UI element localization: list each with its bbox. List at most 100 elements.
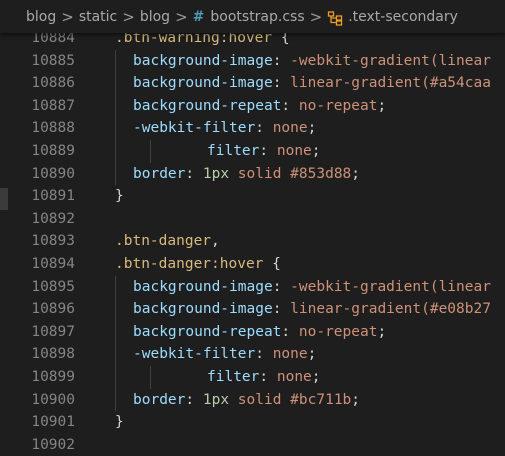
breadcrumb: blog > static > blog > # bootstrap.css >… xyxy=(0,0,505,33)
code-token: (linear xyxy=(429,52,491,69)
code-content: background-image: -webkit-gradient(linea… xyxy=(133,50,491,73)
indent-guide xyxy=(115,117,116,140)
code-token: : xyxy=(281,97,299,114)
code-token: } xyxy=(115,188,124,205)
indent-guide xyxy=(115,140,116,163)
code-line[interactable]: 10887 background-repeat: no-repeat; xyxy=(0,94,505,118)
line-number: 10892 xyxy=(31,210,75,227)
code-content: -webkit-filter: none; xyxy=(133,343,316,366)
indent-guide xyxy=(115,72,116,95)
code-line[interactable]: 10889 filter: none; xyxy=(0,140,505,163)
code-line[interactable]: 10894 .btn-danger:hover { xyxy=(0,253,505,276)
gutter-marker xyxy=(0,188,8,210)
code-token: ; xyxy=(307,120,317,137)
indent-guide xyxy=(115,162,116,186)
code-token: : xyxy=(185,391,203,408)
code-line[interactable]: 10902 xyxy=(0,434,505,456)
code-token: (#e08b27 xyxy=(421,301,491,318)
code-token: solid #853d88 xyxy=(229,165,352,182)
line-number: 10885 xyxy=(31,52,75,69)
line-number: 10893 xyxy=(31,233,75,250)
breadcrumb-item-file[interactable]: bootstrap.css xyxy=(210,9,304,25)
code-token: : xyxy=(255,346,273,363)
code-line[interactable]: 10892 xyxy=(0,208,505,231)
code-token: : xyxy=(259,143,277,159)
code-line[interactable]: 10888 -webkit-filter: none; xyxy=(0,117,505,140)
code-token: (#a54caa xyxy=(421,75,491,92)
indent-guide xyxy=(150,366,151,389)
code-token: } xyxy=(115,414,124,431)
indent-guide xyxy=(115,320,116,344)
code-line[interactable]: 10899 filter: none; xyxy=(0,366,505,389)
code-content: .btn-danger, xyxy=(115,230,220,253)
line-number: 10895 xyxy=(31,278,75,295)
indent-guide xyxy=(115,343,116,366)
code-content: background-repeat: no-repeat; xyxy=(133,321,386,344)
code-token: 1px xyxy=(202,391,230,408)
code-token: .btn-danger xyxy=(115,233,212,250)
code-line[interactable]: 10890 border: 1px solid #853d88; xyxy=(0,162,505,186)
line-number: 10900 xyxy=(31,391,75,408)
line-number: 10898 xyxy=(31,346,75,363)
code-line[interactable]: 10885 background-image: -webkit-gradient(… xyxy=(0,49,505,73)
code-content: border: 1px solid #853d88; xyxy=(133,163,360,186)
code-token: none xyxy=(276,369,312,385)
line-number: 10896 xyxy=(31,301,75,318)
code-token: , xyxy=(211,233,220,250)
code-token: ; xyxy=(311,369,321,385)
code-content: filter: none; xyxy=(207,366,321,389)
code-line[interactable]: 10897 background-repeat: no-repeat; xyxy=(0,320,505,344)
line-number: 10890 xyxy=(31,165,75,182)
code-line[interactable]: 10898 -webkit-filter: none; xyxy=(0,343,505,366)
breadcrumb-item-symbol[interactable]: .text-secondary xyxy=(348,9,458,25)
code-content: border: 1px solid #bc711b; xyxy=(133,389,360,412)
line-number: 10902 xyxy=(31,436,75,453)
code-line[interactable]: 10895 background-image: -webkit-gradient(… xyxy=(0,275,505,299)
indent-guide xyxy=(115,275,116,299)
code-content: -webkit-filter: none; xyxy=(133,117,316,140)
indent-guide xyxy=(115,94,116,118)
code-token: : xyxy=(272,52,291,69)
line-number: 10901 xyxy=(31,414,75,431)
indent-guide xyxy=(115,49,116,73)
code-token: linear-gradient xyxy=(290,301,422,318)
code-content: .btn-danger:hover { xyxy=(115,253,281,276)
indent-guide xyxy=(115,366,116,389)
code-token: background-image xyxy=(133,52,273,69)
code-token: : xyxy=(272,75,291,92)
breadcrumb-item-blog[interactable]: blog xyxy=(26,9,56,25)
code-token: no-repeat xyxy=(298,97,378,114)
code-line[interactable]: 10886 background-image: linear-gradient(#… xyxy=(0,72,505,95)
code-token: background-image xyxy=(133,278,273,295)
code-token: border xyxy=(133,165,186,182)
code-editor[interactable]: 10884 .btn-warning:hover {10885 background… xyxy=(0,27,505,453)
code-token: ; xyxy=(351,391,361,408)
code-token: none xyxy=(276,143,312,159)
code-content: background-image: -webkit-gradient(linea… xyxy=(133,276,491,299)
code-content: } xyxy=(115,185,124,208)
code-token: ; xyxy=(377,97,387,114)
line-number: 10887 xyxy=(31,97,75,114)
breadcrumb-item-static[interactable]: static xyxy=(79,9,117,25)
line-number: 10886 xyxy=(31,75,75,92)
code-token: -webkit-gradient xyxy=(290,278,430,295)
css-hash-icon: # xyxy=(192,8,205,25)
code-content: } xyxy=(115,411,124,434)
code-line[interactable]: 10896 background-image: linear-gradient(#… xyxy=(0,298,505,321)
symbol-class-icon xyxy=(327,10,343,26)
breadcrumb-separator: > xyxy=(309,7,323,26)
code-token: .btn-danger:hover xyxy=(115,256,264,272)
line-number: 10897 xyxy=(31,323,75,340)
breadcrumb-item-blog-sub[interactable]: blog xyxy=(140,9,170,25)
code-token: ; xyxy=(311,143,321,159)
code-line[interactable]: 10901} xyxy=(0,411,505,434)
indent-guide xyxy=(115,388,116,412)
code-content: background-repeat: no-repeat; xyxy=(133,95,386,118)
code-line[interactable]: 10893 .btn-danger, xyxy=(0,230,505,253)
code-token: border xyxy=(133,391,186,408)
code-line[interactable]: 10900 border: 1px solid #bc711b; xyxy=(0,388,505,412)
code-token: : xyxy=(255,120,273,137)
code-line[interactable]: 10891} xyxy=(0,185,505,208)
code-content: filter: none; xyxy=(207,140,321,163)
code-token: no-repeat xyxy=(298,323,378,340)
